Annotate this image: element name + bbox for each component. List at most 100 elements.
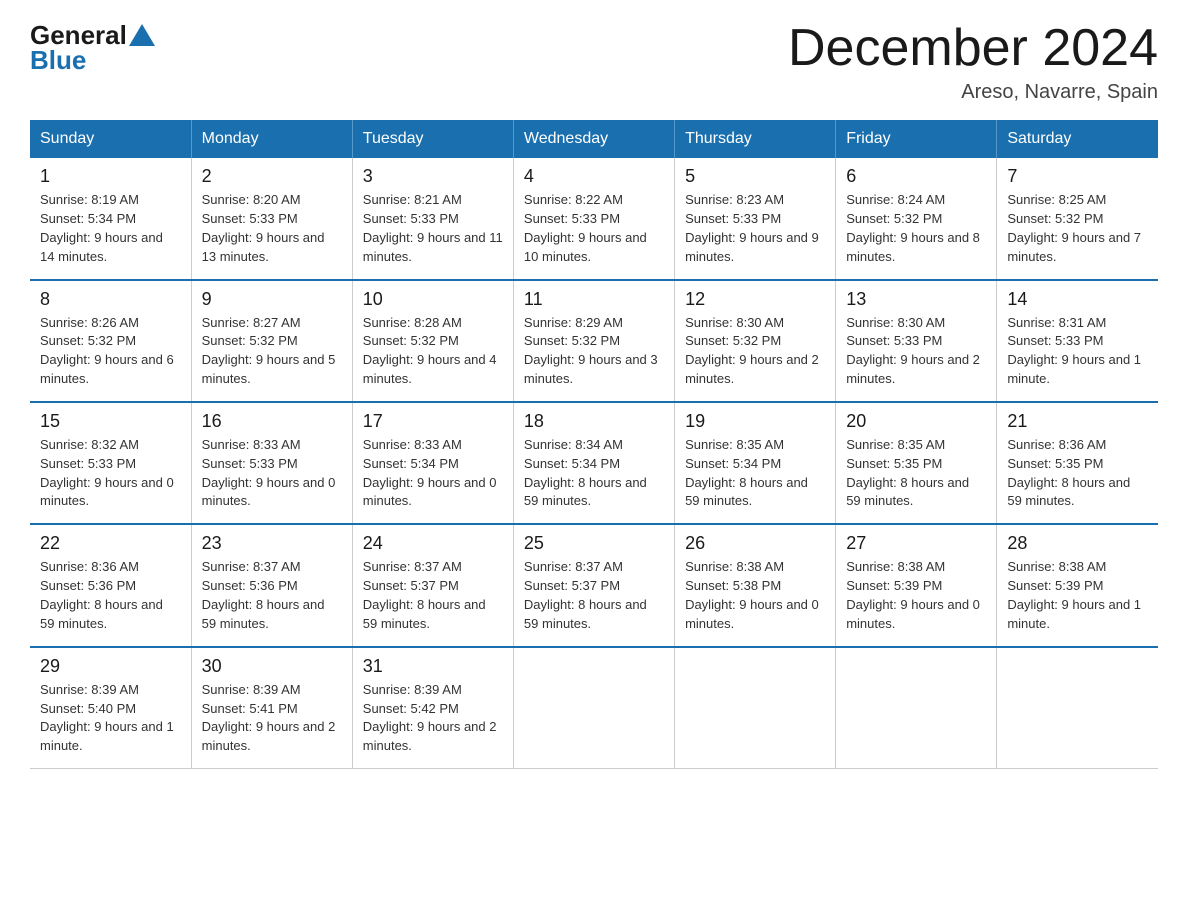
calendar-cell [513, 647, 674, 769]
calendar-cell: 17 Sunrise: 8:33 AMSunset: 5:34 PMDaylig… [352, 402, 513, 524]
calendar-cell: 20 Sunrise: 8:35 AMSunset: 5:35 PMDaylig… [836, 402, 997, 524]
day-info: Sunrise: 8:25 AMSunset: 5:32 PMDaylight:… [1007, 191, 1148, 266]
day-number: 18 [524, 411, 664, 432]
calendar-cell: 3 Sunrise: 8:21 AMSunset: 5:33 PMDayligh… [352, 158, 513, 279]
day-info: Sunrise: 8:32 AMSunset: 5:33 PMDaylight:… [40, 436, 181, 511]
day-number: 17 [363, 411, 503, 432]
day-info: Sunrise: 8:38 AMSunset: 5:39 PMDaylight:… [1007, 558, 1148, 633]
calendar-cell: 4 Sunrise: 8:22 AMSunset: 5:33 PMDayligh… [513, 158, 674, 279]
day-info: Sunrise: 8:39 AMSunset: 5:42 PMDaylight:… [363, 681, 503, 756]
col-header-friday: Friday [836, 120, 997, 158]
calendar-cell: 22 Sunrise: 8:36 AMSunset: 5:36 PMDaylig… [30, 524, 191, 646]
logo-triangle-icon [129, 22, 155, 48]
day-number: 28 [1007, 533, 1148, 554]
day-info: Sunrise: 8:37 AMSunset: 5:36 PMDaylight:… [202, 558, 342, 633]
page-subtitle: Areso, Navarre, Spain [788, 81, 1158, 104]
day-info: Sunrise: 8:39 AMSunset: 5:40 PMDaylight:… [40, 681, 181, 756]
day-number: 27 [846, 533, 986, 554]
calendar-cell: 6 Sunrise: 8:24 AMSunset: 5:32 PMDayligh… [836, 158, 997, 279]
calendar-cell: 11 Sunrise: 8:29 AMSunset: 5:32 PMDaylig… [513, 280, 674, 402]
calendar-table: SundayMondayTuesdayWednesdayThursdayFrid… [30, 120, 1158, 769]
col-header-tuesday: Tuesday [352, 120, 513, 158]
day-number: 11 [524, 289, 664, 310]
day-number: 4 [524, 166, 664, 187]
calendar-cell: 7 Sunrise: 8:25 AMSunset: 5:32 PMDayligh… [997, 158, 1158, 279]
day-number: 26 [685, 533, 825, 554]
day-number: 23 [202, 533, 342, 554]
title-area: December 2024 Areso, Navarre, Spain [788, 20, 1158, 104]
day-info: Sunrise: 8:31 AMSunset: 5:33 PMDaylight:… [1007, 314, 1148, 389]
calendar-cell: 10 Sunrise: 8:28 AMSunset: 5:32 PMDaylig… [352, 280, 513, 402]
day-info: Sunrise: 8:26 AMSunset: 5:32 PMDaylight:… [40, 314, 181, 389]
calendar-cell: 2 Sunrise: 8:20 AMSunset: 5:33 PMDayligh… [191, 158, 352, 279]
day-info: Sunrise: 8:36 AMSunset: 5:35 PMDaylight:… [1007, 436, 1148, 511]
day-info: Sunrise: 8:38 AMSunset: 5:38 PMDaylight:… [685, 558, 825, 633]
day-number: 9 [202, 289, 342, 310]
day-number: 21 [1007, 411, 1148, 432]
calendar-cell: 28 Sunrise: 8:38 AMSunset: 5:39 PMDaylig… [997, 524, 1158, 646]
calendar-week-row: 15 Sunrise: 8:32 AMSunset: 5:33 PMDaylig… [30, 402, 1158, 524]
calendar-cell [675, 647, 836, 769]
calendar-cell [836, 647, 997, 769]
col-header-sunday: Sunday [30, 120, 191, 158]
day-number: 2 [202, 166, 342, 187]
day-number: 1 [40, 166, 181, 187]
calendar-cell: 21 Sunrise: 8:36 AMSunset: 5:35 PMDaylig… [997, 402, 1158, 524]
col-header-monday: Monday [191, 120, 352, 158]
day-info: Sunrise: 8:23 AMSunset: 5:33 PMDaylight:… [685, 191, 825, 266]
day-info: Sunrise: 8:29 AMSunset: 5:32 PMDaylight:… [524, 314, 664, 389]
day-number: 29 [40, 656, 181, 677]
calendar-cell: 30 Sunrise: 8:39 AMSunset: 5:41 PMDaylig… [191, 647, 352, 769]
day-number: 16 [202, 411, 342, 432]
day-number: 22 [40, 533, 181, 554]
day-number: 24 [363, 533, 503, 554]
day-info: Sunrise: 8:39 AMSunset: 5:41 PMDaylight:… [202, 681, 342, 756]
col-header-wednesday: Wednesday [513, 120, 674, 158]
day-number: 20 [846, 411, 986, 432]
day-info: Sunrise: 8:37 AMSunset: 5:37 PMDaylight:… [524, 558, 664, 633]
day-info: Sunrise: 8:30 AMSunset: 5:32 PMDaylight:… [685, 314, 825, 389]
calendar-cell: 29 Sunrise: 8:39 AMSunset: 5:40 PMDaylig… [30, 647, 191, 769]
calendar-cell: 13 Sunrise: 8:30 AMSunset: 5:33 PMDaylig… [836, 280, 997, 402]
day-info: Sunrise: 8:35 AMSunset: 5:34 PMDaylight:… [685, 436, 825, 511]
day-info: Sunrise: 8:35 AMSunset: 5:35 PMDaylight:… [846, 436, 986, 511]
col-header-saturday: Saturday [997, 120, 1158, 158]
calendar-cell: 5 Sunrise: 8:23 AMSunset: 5:33 PMDayligh… [675, 158, 836, 279]
day-info: Sunrise: 8:34 AMSunset: 5:34 PMDaylight:… [524, 436, 664, 511]
day-number: 12 [685, 289, 825, 310]
calendar-week-row: 1 Sunrise: 8:19 AMSunset: 5:34 PMDayligh… [30, 158, 1158, 279]
day-number: 31 [363, 656, 503, 677]
calendar-header-row: SundayMondayTuesdayWednesdayThursdayFrid… [30, 120, 1158, 158]
calendar-cell: 27 Sunrise: 8:38 AMSunset: 5:39 PMDaylig… [836, 524, 997, 646]
calendar-cell: 23 Sunrise: 8:37 AMSunset: 5:36 PMDaylig… [191, 524, 352, 646]
day-info: Sunrise: 8:28 AMSunset: 5:32 PMDaylight:… [363, 314, 503, 389]
day-number: 6 [846, 166, 986, 187]
day-number: 13 [846, 289, 986, 310]
day-number: 10 [363, 289, 503, 310]
day-number: 7 [1007, 166, 1148, 187]
page-header: General Blue December 2024 Areso, Navarr… [30, 20, 1158, 104]
page-title: December 2024 [788, 20, 1158, 77]
day-number: 30 [202, 656, 342, 677]
calendar-week-row: 22 Sunrise: 8:36 AMSunset: 5:36 PMDaylig… [30, 524, 1158, 646]
calendar-cell [997, 647, 1158, 769]
day-number: 19 [685, 411, 825, 432]
calendar-cell: 15 Sunrise: 8:32 AMSunset: 5:33 PMDaylig… [30, 402, 191, 524]
day-info: Sunrise: 8:36 AMSunset: 5:36 PMDaylight:… [40, 558, 181, 633]
day-info: Sunrise: 8:38 AMSunset: 5:39 PMDaylight:… [846, 558, 986, 633]
day-info: Sunrise: 8:21 AMSunset: 5:33 PMDaylight:… [363, 191, 503, 266]
calendar-cell: 14 Sunrise: 8:31 AMSunset: 5:33 PMDaylig… [997, 280, 1158, 402]
calendar-week-row: 29 Sunrise: 8:39 AMSunset: 5:40 PMDaylig… [30, 647, 1158, 769]
day-info: Sunrise: 8:37 AMSunset: 5:37 PMDaylight:… [363, 558, 503, 633]
calendar-cell: 9 Sunrise: 8:27 AMSunset: 5:32 PMDayligh… [191, 280, 352, 402]
day-info: Sunrise: 8:20 AMSunset: 5:33 PMDaylight:… [202, 191, 342, 266]
calendar-cell: 12 Sunrise: 8:30 AMSunset: 5:32 PMDaylig… [675, 280, 836, 402]
day-number: 25 [524, 533, 664, 554]
calendar-cell: 24 Sunrise: 8:37 AMSunset: 5:37 PMDaylig… [352, 524, 513, 646]
day-number: 5 [685, 166, 825, 187]
day-info: Sunrise: 8:33 AMSunset: 5:33 PMDaylight:… [202, 436, 342, 511]
day-info: Sunrise: 8:22 AMSunset: 5:33 PMDaylight:… [524, 191, 664, 266]
col-header-thursday: Thursday [675, 120, 836, 158]
day-info: Sunrise: 8:27 AMSunset: 5:32 PMDaylight:… [202, 314, 342, 389]
day-info: Sunrise: 8:30 AMSunset: 5:33 PMDaylight:… [846, 314, 986, 389]
